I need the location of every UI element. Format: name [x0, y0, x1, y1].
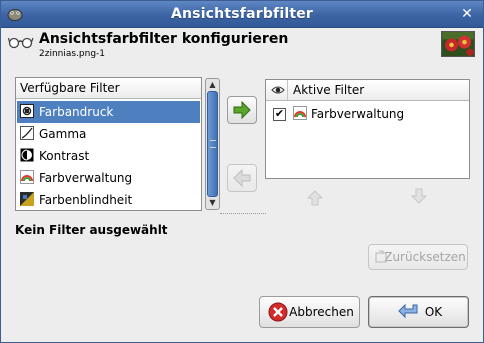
- active-filters-list[interactable]: Aktive Filter ✔ Farbverwaltung: [265, 79, 470, 179]
- reset-button[interactable]: Zurücksetzen: [368, 244, 468, 270]
- pane-separator: [220, 213, 266, 214]
- list-item[interactable]: Kontrast: [17, 145, 200, 167]
- arrow-right-icon: [233, 100, 251, 120]
- list-item-label: Farbverwaltung: [39, 171, 133, 185]
- ok-button[interactable]: OK: [368, 296, 469, 328]
- color-management-icon: [20, 170, 34, 184]
- add-filter-button[interactable]: [227, 96, 257, 124]
- active-filters-header[interactable]: Aktive Filter: [266, 80, 469, 101]
- cancel-icon: [268, 302, 288, 322]
- image-thumbnail: [441, 31, 475, 57]
- reset-icon: [375, 250, 387, 263]
- grip-icon: [210, 140, 216, 148]
- scroll-up-icon[interactable]: ▲: [206, 79, 219, 91]
- gamma-icon: [20, 126, 34, 140]
- dialog-window: Ansichtsfarbfilter ✕ Ansichtsfarbfilter …: [0, 0, 484, 343]
- list-item-label: Farbandruck: [39, 105, 114, 119]
- list-item-label: Kontrast: [39, 149, 90, 163]
- image-name: 2zinnias.png-1: [39, 49, 106, 59]
- list-item[interactable]: Farbandruck: [17, 101, 200, 123]
- reset-label: Zurücksetzen: [384, 250, 466, 264]
- dialog-header: Ansichtsfarbfilter konfigurieren 2zinnia…: [1, 28, 483, 64]
- remove-filter-button[interactable]: [227, 164, 257, 192]
- cancel-button[interactable]: Abbrechen: [259, 296, 360, 328]
- dialog-heading: Ansichtsfarbfilter konfigurieren: [39, 31, 289, 47]
- list-item-label: Farbverwaltung: [311, 107, 405, 121]
- arrow-left-icon: [233, 168, 251, 188]
- scroll-down-icon[interactable]: ▼: [206, 197, 219, 209]
- list-item-label: Farbenblindheit: [39, 193, 133, 207]
- list-item[interactable]: ✔ Farbverwaltung: [267, 103, 468, 125]
- move-down-icon[interactable]: [411, 188, 427, 204]
- list-item[interactable]: Farbverwaltung: [17, 167, 200, 189]
- list-item[interactable]: Farbenblindheit: [17, 189, 200, 211]
- move-up-icon[interactable]: [307, 190, 323, 206]
- scrollbar-thumb[interactable]: [207, 91, 218, 197]
- ok-label: OK: [424, 305, 443, 319]
- cancel-label: Abbrechen: [289, 305, 354, 319]
- close-icon[interactable]: ✕: [459, 6, 475, 22]
- list-item[interactable]: Gamma: [17, 123, 200, 145]
- list-item-label: Gamma: [39, 127, 87, 141]
- ok-icon: [398, 303, 418, 319]
- status-text: Kein Filter ausgewählt: [15, 223, 168, 237]
- color-management-icon: [293, 106, 307, 120]
- eye-icon: [271, 86, 285, 94]
- window-title: Ansichtsfarbfilter: [170, 6, 314, 22]
- contrast-icon: [20, 148, 34, 162]
- list-scrollbar[interactable]: ▲ ▼: [205, 78, 220, 210]
- available-filters-header[interactable]: Verfügbare Filter: [16, 78, 201, 99]
- color-deficiency-icon: [20, 192, 34, 206]
- active-filters-label: Aktive Filter: [293, 83, 365, 97]
- available-filters-list[interactable]: Verfügbare Filter Farbandruck Gamma Kont…: [15, 77, 202, 211]
- title-bar[interactable]: Ansichtsfarbfilter ✕: [1, 1, 483, 28]
- checkbox[interactable]: ✔: [273, 108, 286, 121]
- color-proof-icon: [20, 104, 34, 118]
- glasses-icon: [8, 37, 34, 49]
